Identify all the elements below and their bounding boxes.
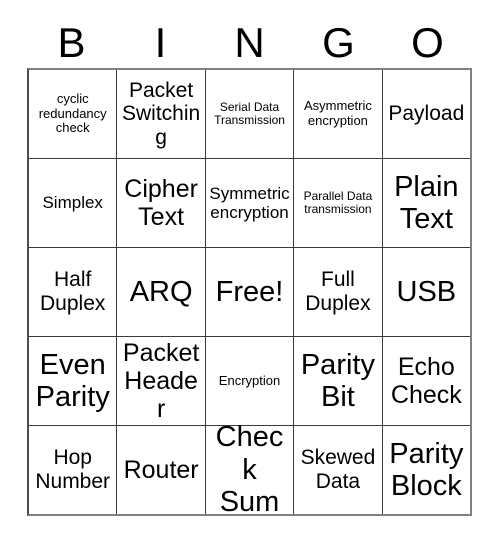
bingo-header-letter-b: B xyxy=(57,19,86,66)
bingo-cell-label: Skewed Data xyxy=(300,446,376,493)
bingo-cell-label: Full Duplex xyxy=(305,268,371,315)
bingo-cell-label: Free! xyxy=(215,275,284,308)
bingo-cell-label: Hop Number xyxy=(35,446,111,493)
bingo-cell[interactable]: Encryption xyxy=(204,337,293,425)
bingo-cell[interactable]: Even Parity xyxy=(29,337,116,425)
bingo-header-letter-n: N xyxy=(234,19,265,66)
bingo-cell[interactable]: Check Sum xyxy=(204,421,293,518)
bingo-cell-label: Encryption xyxy=(218,372,281,388)
bingo-cell[interactable]: Skewed Data xyxy=(293,426,381,514)
bingo-cell-label: Even Parity xyxy=(35,348,110,413)
bingo-cell[interactable]: Packet Header xyxy=(116,337,204,425)
bingo-cell[interactable]: Packet Switching xyxy=(116,70,204,158)
bingo-cell-label: Parity Block xyxy=(389,437,464,502)
bingo-header-row: B I N G O xyxy=(27,18,472,68)
bingo-cell[interactable]: Payload xyxy=(381,70,470,158)
bingo-header-letter-o: O xyxy=(411,19,444,66)
bingo-cell-label: Symmetric encryption xyxy=(209,183,290,222)
bingo-row: cyclic redundancy check Packet Switching… xyxy=(29,70,470,158)
bingo-cell-label: Packet Switching xyxy=(122,78,201,149)
bingo-header-letter-g: G xyxy=(322,19,355,66)
bingo-cell[interactable]: Parity Bit xyxy=(293,337,381,425)
bingo-cell[interactable]: Parity Block xyxy=(381,426,470,514)
bingo-card: B I N G O cyclic redundancy check Packet… xyxy=(0,0,500,544)
bingo-cell[interactable]: Parallel Data transmission xyxy=(293,159,381,247)
bingo-cell[interactable]: Serial Data Transmission xyxy=(204,70,293,158)
bingo-cell-label: Parity Bit xyxy=(300,348,375,413)
bingo-row: Half Duplex ARQ Free! Full Duplex USB xyxy=(29,247,470,336)
bingo-cell-free-space[interactable]: Free! xyxy=(204,248,293,336)
bingo-cell-label: Router xyxy=(123,456,199,484)
bingo-cell-label: Payload xyxy=(388,102,465,126)
bingo-cell-label: Check Sum xyxy=(215,421,284,519)
bingo-cell-label: Asymmetric encryption xyxy=(303,98,372,128)
bingo-row: Simplex Cipher Text Symmetric encryption… xyxy=(29,158,470,247)
bingo-row: Hop Number Router Check Sum Skewed Data … xyxy=(29,421,470,518)
bingo-cell[interactable]: Echo Check xyxy=(381,337,470,425)
bingo-cell[interactable]: Simplex xyxy=(29,159,116,247)
bingo-cell[interactable]: Cipher Text xyxy=(116,159,204,247)
bingo-row: Even Parity Packet Header Encryption Par… xyxy=(29,336,470,425)
bingo-cell[interactable]: Full Duplex xyxy=(293,248,381,336)
bingo-cell-label: Serial Data Transmission xyxy=(214,99,285,127)
bingo-cell-label: Parallel Data transmission xyxy=(303,188,373,216)
bingo-cell[interactable]: cyclic redundancy check xyxy=(29,70,116,158)
bingo-cell[interactable]: Router xyxy=(116,426,204,514)
bingo-cell[interactable]: Symmetric encryption xyxy=(204,159,293,247)
bingo-grid: cyclic redundancy check Packet Switching… xyxy=(27,68,472,518)
bingo-cell[interactable]: ARQ xyxy=(116,248,204,336)
bingo-cell-label: USB xyxy=(396,275,457,308)
bingo-cell-label: Simplex xyxy=(42,193,103,213)
bingo-cell-label: ARQ xyxy=(129,275,193,308)
bingo-header-letter-i: I xyxy=(154,19,167,66)
bingo-cell-label: Plain Text xyxy=(394,170,459,235)
bingo-cell[interactable]: USB xyxy=(381,248,470,336)
bingo-cell[interactable]: Hop Number xyxy=(29,426,116,514)
bingo-cell-label: cyclic redundancy check xyxy=(38,91,107,136)
bingo-cell[interactable]: Asymmetric encryption xyxy=(293,70,381,158)
bingo-cell-label: Cipher Text xyxy=(124,175,198,231)
bingo-cell-label: Packet Header xyxy=(122,339,200,423)
bingo-cell-label: Half Duplex xyxy=(40,268,106,315)
bingo-cell[interactable]: Plain Text xyxy=(381,159,470,247)
bingo-cell-label: Echo Check xyxy=(390,353,462,409)
bingo-cell[interactable]: Half Duplex xyxy=(29,248,116,336)
